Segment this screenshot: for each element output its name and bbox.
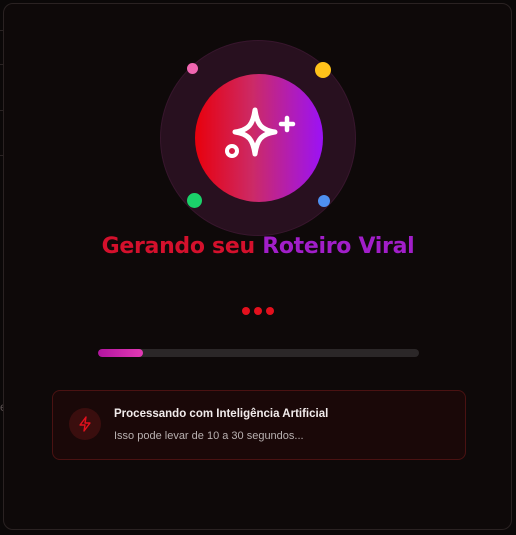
loading-dot bbox=[254, 307, 262, 315]
loading-dots bbox=[242, 307, 282, 317]
orbit-dot-blue bbox=[318, 195, 330, 207]
loading-dot bbox=[242, 307, 250, 315]
info-card-subtitle: Isso pode levar de 10 a 30 segundos... bbox=[114, 430, 304, 442]
bolt-icon-badge bbox=[69, 408, 101, 440]
processing-info-card: Processando com Inteligência Artificial … bbox=[52, 390, 466, 460]
sparkles-icon bbox=[225, 107, 296, 158]
modal-title-lead: Gerando seu bbox=[101, 234, 263, 259]
progress-bar-fill bbox=[98, 349, 143, 357]
bolt-icon bbox=[79, 416, 91, 432]
loading-dot bbox=[266, 307, 274, 315]
sparkles-badge bbox=[195, 74, 323, 202]
orbit-dot-yellow bbox=[315, 62, 331, 78]
modal-title-highlight: Roteiro Viral bbox=[262, 234, 415, 259]
progress-bar bbox=[98, 349, 419, 357]
modal-title: Gerando seu Roteiro Viral bbox=[0, 234, 516, 259]
orbit-dot-pink bbox=[187, 63, 198, 74]
orbit-dot-green bbox=[187, 193, 202, 208]
info-card-title: Processando com Inteligência Artificial bbox=[114, 408, 329, 420]
